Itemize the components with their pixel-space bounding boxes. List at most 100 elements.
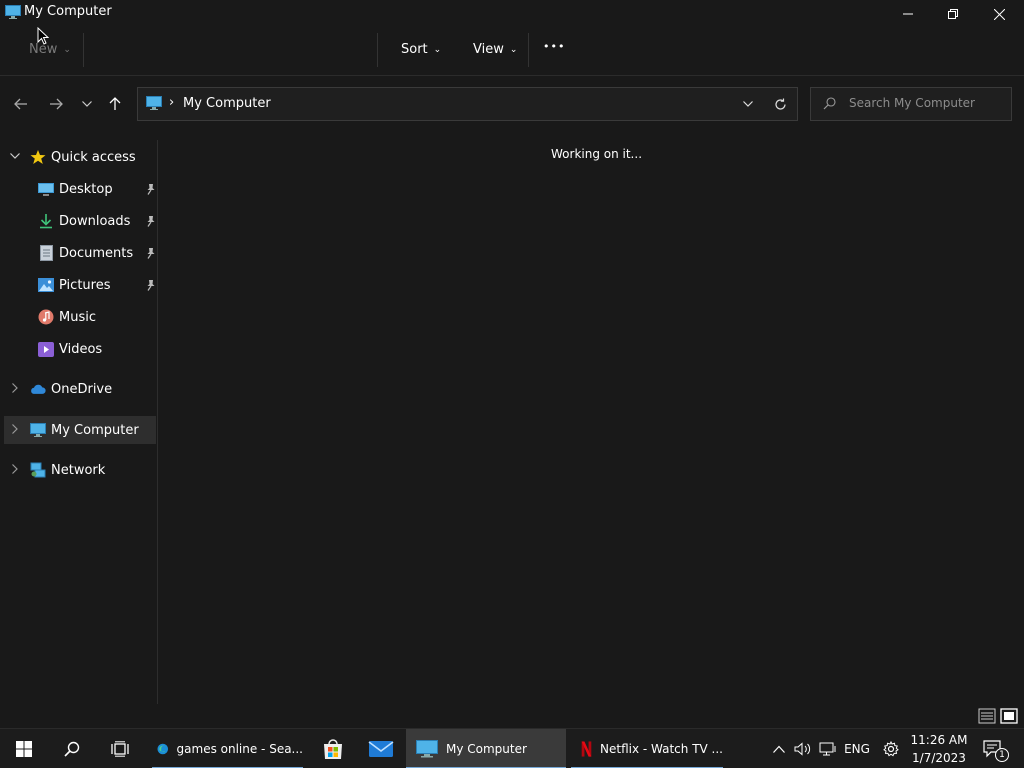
content-area (159, 130, 1024, 704)
sidebar-item-videos[interactable]: Videos (4, 335, 156, 363)
chevron-right-icon[interactable] (9, 382, 21, 396)
sidebar-item-label: OneDrive (51, 381, 113, 397)
new-label: New (29, 42, 58, 57)
music-icon (38, 309, 54, 325)
address-dropdown-button[interactable] (738, 94, 758, 114)
large-icons-view-icon[interactable] (1000, 708, 1018, 724)
more-options-button[interactable]: ••• (543, 40, 565, 53)
search-button[interactable] (52, 729, 92, 768)
back-button[interactable] (9, 92, 33, 116)
search-icon (823, 97, 836, 114)
details-view-icon[interactable] (978, 708, 996, 724)
task-view-icon (111, 741, 129, 757)
navigation-pane: Quick access Desktop Downloads Documents… (0, 140, 158, 704)
arrow-left-icon (14, 98, 27, 110)
forward-button[interactable] (44, 92, 68, 116)
settings-button[interactable] (880, 729, 902, 768)
arrow-right-icon (50, 98, 63, 110)
sidebar-item-label: Documents (59, 245, 134, 261)
recent-locations-button[interactable] (75, 92, 99, 116)
gear-icon (883, 741, 899, 757)
title-bar: My Computer (0, 0, 1024, 26)
sidebar-item-label: Pictures (59, 277, 111, 293)
sidebar-item-onedrive[interactable]: OneDrive (4, 375, 156, 403)
language-indicator[interactable]: ENG (844, 729, 870, 768)
command-bar: New ⌄ Sort ⌄ View ⌄ ••• (0, 26, 1024, 76)
pin-icon[interactable] (145, 183, 157, 195)
sidebar-item-network[interactable]: Network (4, 456, 156, 484)
minimize-button[interactable] (885, 0, 931, 28)
sidebar-item-my-computer[interactable]: My Computer (4, 416, 156, 444)
show-hidden-icons-button[interactable] (770, 729, 788, 768)
pin-icon[interactable] (145, 215, 157, 227)
taskbar-app-edge[interactable]: games online - Sea... (152, 729, 303, 768)
close-button[interactable] (976, 0, 1022, 28)
minimize-icon (903, 13, 913, 15)
sidebar-item-music[interactable]: Music (4, 303, 156, 331)
search-icon (64, 741, 80, 757)
start-button[interactable] (4, 729, 44, 768)
chevron-down-icon (743, 101, 753, 107)
downloads-icon (38, 213, 54, 229)
address-bar[interactable]: › My Computer (137, 87, 798, 121)
chevron-down-icon: ⌄ (433, 44, 442, 55)
restore-icon (948, 9, 958, 19)
chevron-right-icon[interactable] (9, 463, 21, 477)
sidebar-item-label: Quick access (51, 149, 136, 165)
close-icon (993, 8, 1005, 20)
refresh-icon (774, 98, 786, 110)
refresh-button[interactable] (770, 94, 790, 114)
taskbar-app-label: Netflix - Watch TV ... (600, 742, 723, 756)
new-button[interactable]: New ⌄ (29, 42, 71, 57)
network-status-button[interactable] (818, 729, 838, 768)
sidebar-item-pictures[interactable]: Pictures (4, 271, 156, 299)
loading-status: Working on it... (551, 147, 643, 161)
netflix-icon (581, 741, 592, 757)
search-box[interactable] (810, 87, 1012, 121)
taskbar-app-netflix[interactable]: Netflix - Watch TV ... (571, 729, 723, 768)
taskbar-mail-button[interactable] (361, 729, 401, 768)
pin-icon[interactable] (145, 247, 157, 259)
chevron-up-icon (773, 745, 785, 753)
computer-icon (146, 96, 162, 114)
sidebar-item-documents[interactable]: Documents (4, 239, 156, 267)
up-button[interactable] (103, 92, 127, 116)
sidebar-item-downloads[interactable]: Downloads (4, 207, 156, 235)
view-button[interactable]: View ⌄ (473, 42, 517, 57)
breadcrumb-separator[interactable]: › (169, 95, 174, 110)
task-view-button[interactable] (100, 729, 140, 768)
network-icon (819, 742, 836, 756)
taskbar-store-button[interactable] (313, 729, 353, 768)
computer-icon (30, 422, 46, 438)
store-icon (324, 739, 342, 759)
chevron-down-icon: ⌄ (63, 44, 71, 55)
breadcrumb-my-computer[interactable]: My Computer (183, 96, 271, 111)
sort-button[interactable]: Sort ⌄ (401, 42, 441, 57)
chevron-down-icon[interactable] (9, 152, 21, 162)
sidebar-item-quick-access[interactable]: Quick access (4, 143, 156, 171)
search-input[interactable] (849, 96, 1005, 110)
videos-icon (38, 341, 54, 357)
pin-icon[interactable] (145, 279, 157, 291)
clock[interactable]: 11:26 AM 1/7/2023 (908, 731, 970, 767)
sidebar-item-label: Network (51, 462, 106, 478)
chevron-down-icon (82, 101, 92, 107)
documents-icon (38, 245, 54, 261)
chevron-right-icon[interactable] (9, 423, 21, 437)
taskbar-app-label: My Computer (446, 742, 527, 756)
sidebar-item-label: Downloads (59, 213, 131, 229)
desktop-icon (38, 181, 54, 197)
sidebar-item-label: Music (59, 309, 96, 325)
computer-icon (5, 5, 21, 23)
notification-center-button[interactable]: 1 (978, 729, 1010, 768)
taskbar-app-my-computer[interactable]: My Computer (406, 729, 566, 768)
restore-button[interactable] (930, 0, 976, 28)
sidebar-item-desktop[interactable]: Desktop (4, 175, 156, 203)
edge-icon (157, 743, 169, 755)
network-icon (30, 462, 46, 478)
clock-date: 1/7/2023 (912, 751, 966, 765)
sidebar-item-label: Desktop (59, 181, 113, 197)
language-label: ENG (844, 742, 870, 756)
volume-button[interactable] (793, 729, 813, 768)
speaker-icon (794, 742, 811, 756)
